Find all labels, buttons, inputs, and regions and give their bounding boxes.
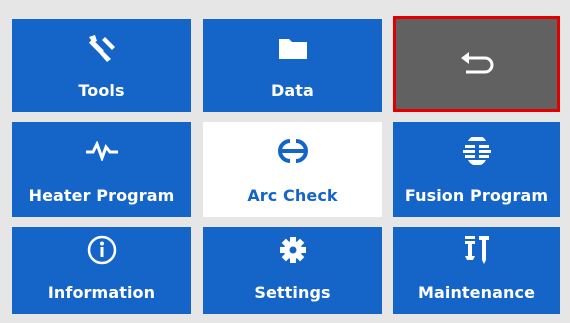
fusion-icon [393,134,560,168]
fusion-program-tile[interactable]: Fusion Program [393,122,560,217]
arc-check-icon [203,134,382,168]
back-button[interactable] [393,16,560,112]
info-icon [12,233,191,267]
tools-tile[interactable]: Tools [12,19,191,112]
fusion-program-label: Fusion Program [404,186,549,205]
information-label: Information [47,283,156,302]
tools-icon [12,31,191,65]
arc-check-tile[interactable]: Arc Check [203,122,382,217]
data-label: Data [271,81,314,100]
return-arrow-icon [457,49,497,79]
data-tile[interactable]: Data [203,19,382,112]
heater-program-label: Heater Program [28,186,175,205]
information-tile[interactable]: Information [12,227,191,314]
heater-program-tile[interactable]: Heater Program [12,122,191,217]
main-menu-grid: Tools Data Heater Program Arc Check Fusi… [0,0,570,323]
arc-check-label: Arc Check [247,186,338,205]
settings-label: Settings [254,283,331,302]
folder-icon [203,31,382,65]
settings-tile[interactable]: Settings [203,227,382,314]
tools-label: Tools [78,81,125,100]
heater-wave-icon [12,134,191,168]
maintenance-label: Maintenance [417,283,536,302]
maintenance-icon [393,233,560,267]
maintenance-tile[interactable]: Maintenance [393,227,560,314]
gear-icon [203,233,382,267]
